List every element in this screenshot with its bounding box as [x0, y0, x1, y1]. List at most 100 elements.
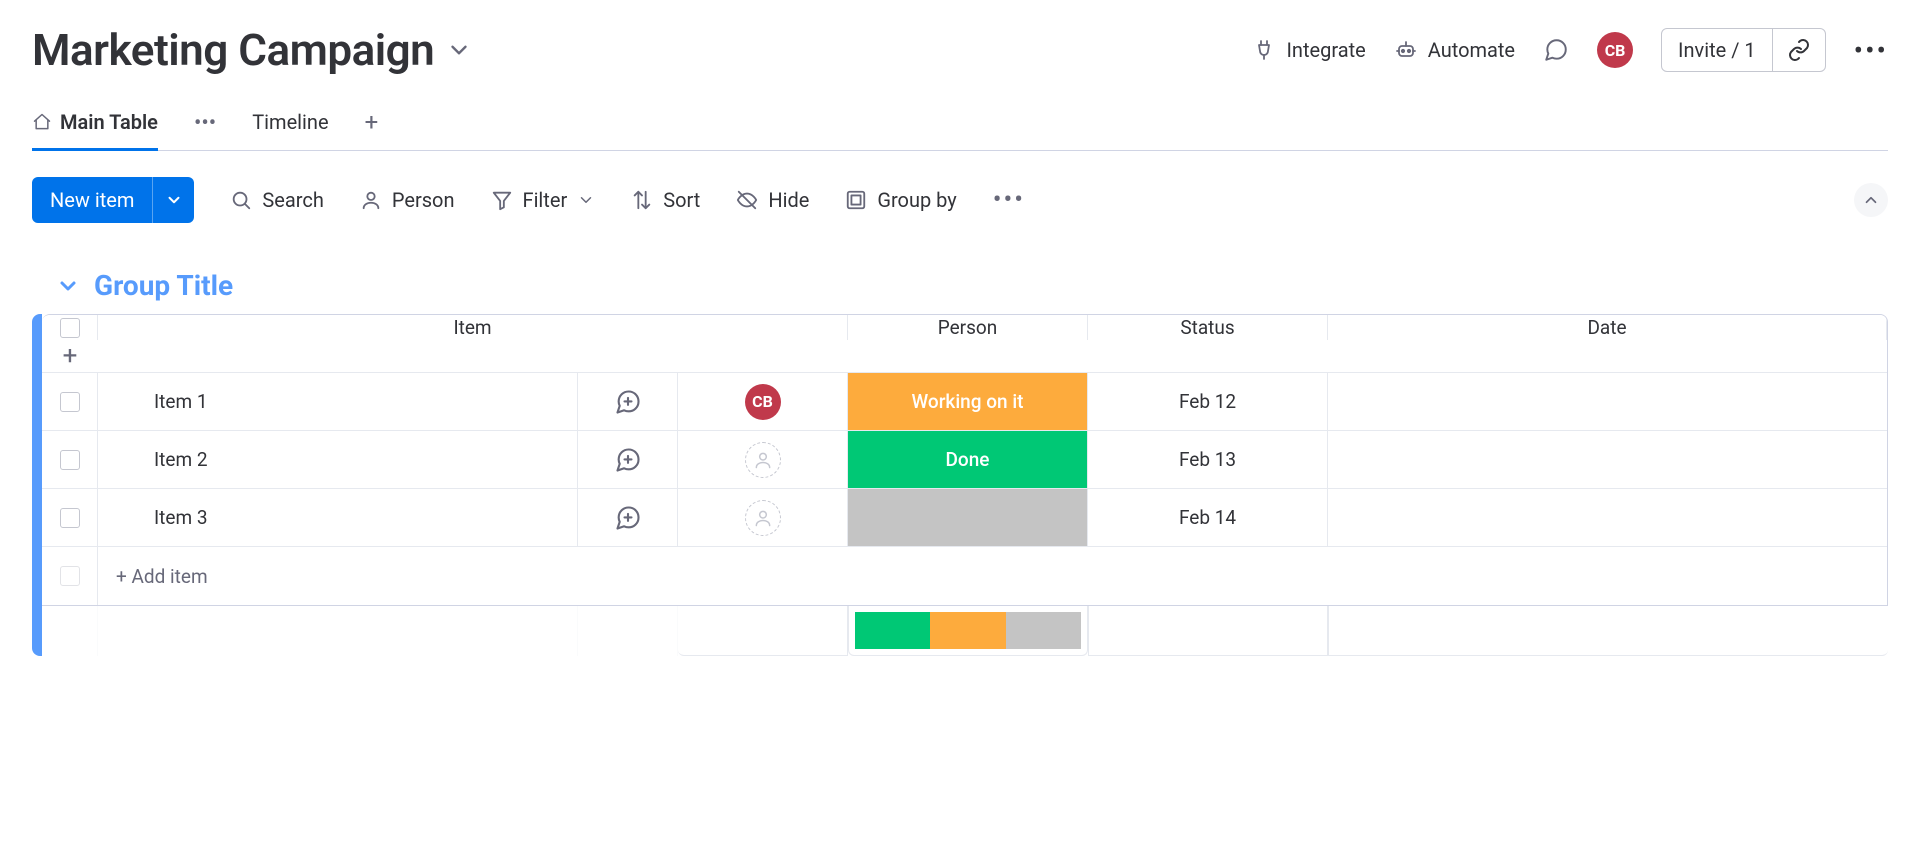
new-item-button[interactable]: New item: [32, 177, 194, 223]
search-label: Search: [262, 188, 323, 212]
person-cell[interactable]: [678, 431, 848, 488]
group-by-button[interactable]: Group by: [845, 188, 956, 212]
status-pill: Done: [848, 431, 1087, 488]
tab-main-table-label: Main Table: [60, 110, 158, 134]
integrate-label: Integrate: [1286, 38, 1365, 62]
plug-icon: [1252, 38, 1276, 62]
open-conversation-button[interactable]: [578, 431, 678, 488]
item-name-cell[interactable]: Item 3: [98, 489, 578, 546]
new-item-label: New item: [32, 188, 152, 212]
board-title-chevron-icon[interactable]: [446, 37, 472, 63]
plus-icon: +: [63, 341, 78, 371]
link-icon[interactable]: [1773, 38, 1825, 62]
tab-main-table-more-icon[interactable]: •••: [194, 111, 216, 150]
status-pill: Working on it: [848, 373, 1087, 430]
date-cell[interactable]: Feb 12: [1088, 373, 1328, 430]
automate-button[interactable]: Automate: [1394, 38, 1515, 62]
trailing-cell: [1328, 489, 1887, 546]
filter-label: Filter: [523, 188, 568, 212]
col-item[interactable]: Item: [98, 315, 848, 340]
group-title[interactable]: Group Title: [94, 269, 233, 302]
board-title[interactable]: Marketing Campaign: [32, 24, 434, 76]
search-button[interactable]: Search: [230, 188, 323, 212]
sort-icon: [631, 189, 653, 211]
item-name-cell[interactable]: Item 2: [98, 431, 578, 488]
sort-label: Sort: [663, 188, 700, 212]
conversation-icon[interactable]: [1543, 37, 1569, 63]
funnel-icon: [491, 189, 513, 211]
eye-off-icon: [736, 189, 758, 211]
user-avatar[interactable]: CB: [1597, 32, 1633, 68]
person-icon: [360, 189, 382, 211]
hide-button[interactable]: Hide: [736, 188, 809, 212]
date-cell[interactable]: Feb 14: [1088, 489, 1328, 546]
status-summary-segment: [1006, 612, 1081, 649]
row-select-cell[interactable]: [42, 489, 98, 546]
col-status[interactable]: Status: [1088, 315, 1328, 340]
trailing-cell: [1328, 373, 1887, 430]
group-collapse-toggle[interactable]: [56, 274, 80, 298]
group-accent: [32, 314, 42, 656]
robot-icon: [1394, 38, 1418, 62]
status-summary-segment: [930, 612, 1005, 649]
filter-button[interactable]: Filter: [491, 188, 596, 212]
person-cell[interactable]: CB: [678, 373, 848, 430]
sort-button[interactable]: Sort: [631, 188, 700, 212]
group-by-label: Group by: [877, 188, 956, 212]
add-view-button[interactable]: +: [365, 108, 379, 150]
table-row: Item 2 DoneFeb 13: [42, 431, 1887, 489]
select-all-checkbox[interactable]: [60, 318, 80, 338]
empty-assignee-icon: [745, 442, 781, 478]
table-row: Item 1 CB Working on itFeb 12: [42, 373, 1887, 431]
open-conversation-button[interactable]: [578, 489, 678, 546]
invite-label: Invite / 1: [1662, 29, 1773, 71]
row-select-cell[interactable]: [42, 373, 98, 430]
hide-label: Hide: [768, 188, 809, 212]
status-cell[interactable]: Working on it: [848, 373, 1088, 430]
group-icon: [845, 189, 867, 211]
table-header-row: Item Person Status Date +: [42, 315, 1887, 373]
add-conversation-icon: [614, 504, 642, 532]
person-filter-button[interactable]: Person: [360, 188, 455, 212]
group-footer: [42, 606, 1888, 656]
add-item-label[interactable]: + Add item: [98, 547, 1887, 605]
tab-main-table[interactable]: Main Table: [32, 104, 158, 151]
collapse-toolbar-button[interactable]: [1854, 183, 1888, 217]
add-item-checkbox: [60, 566, 80, 586]
automate-label: Automate: [1428, 38, 1515, 62]
chevron-down-icon: [577, 191, 595, 209]
assignee-avatar: CB: [745, 384, 781, 420]
open-conversation-button[interactable]: [578, 373, 678, 430]
col-person[interactable]: Person: [848, 315, 1088, 340]
row-checkbox[interactable]: [60, 392, 80, 412]
invite-button[interactable]: Invite / 1: [1661, 28, 1826, 72]
status-pill: [848, 489, 1087, 546]
row-select-cell[interactable]: [42, 431, 98, 488]
person-filter-label: Person: [392, 188, 455, 212]
integrate-button[interactable]: Integrate: [1252, 38, 1365, 62]
item-name-cell[interactable]: Item 1: [98, 373, 578, 430]
status-summary-segment: [855, 612, 930, 649]
empty-assignee-icon: [745, 500, 781, 536]
date-cell[interactable]: Feb 13: [1088, 431, 1328, 488]
table-row: Item 3 Feb 14: [42, 489, 1887, 547]
row-checkbox[interactable]: [60, 508, 80, 528]
row-checkbox[interactable]: [60, 450, 80, 470]
tab-timeline-label: Timeline: [252, 110, 328, 134]
add-item-row[interactable]: + Add item: [42, 547, 1887, 605]
new-item-dropdown[interactable]: [152, 177, 194, 223]
add-column-button[interactable]: +: [42, 340, 98, 372]
home-icon: [32, 112, 52, 132]
add-conversation-icon: [614, 388, 642, 416]
status-cell[interactable]: Done: [848, 431, 1088, 488]
add-item-checkbox-cell: [42, 547, 98, 605]
board-more-icon[interactable]: •••: [1854, 34, 1888, 67]
toolbar-more-icon[interactable]: •••: [993, 185, 1025, 215]
status-cell[interactable]: [848, 489, 1088, 546]
col-date[interactable]: Date: [1328, 315, 1887, 340]
select-all-cell[interactable]: [42, 315, 98, 340]
tab-timeline[interactable]: Timeline: [252, 104, 328, 151]
search-icon: [230, 189, 252, 211]
person-cell[interactable]: [678, 489, 848, 546]
status-summary[interactable]: [848, 606, 1088, 656]
